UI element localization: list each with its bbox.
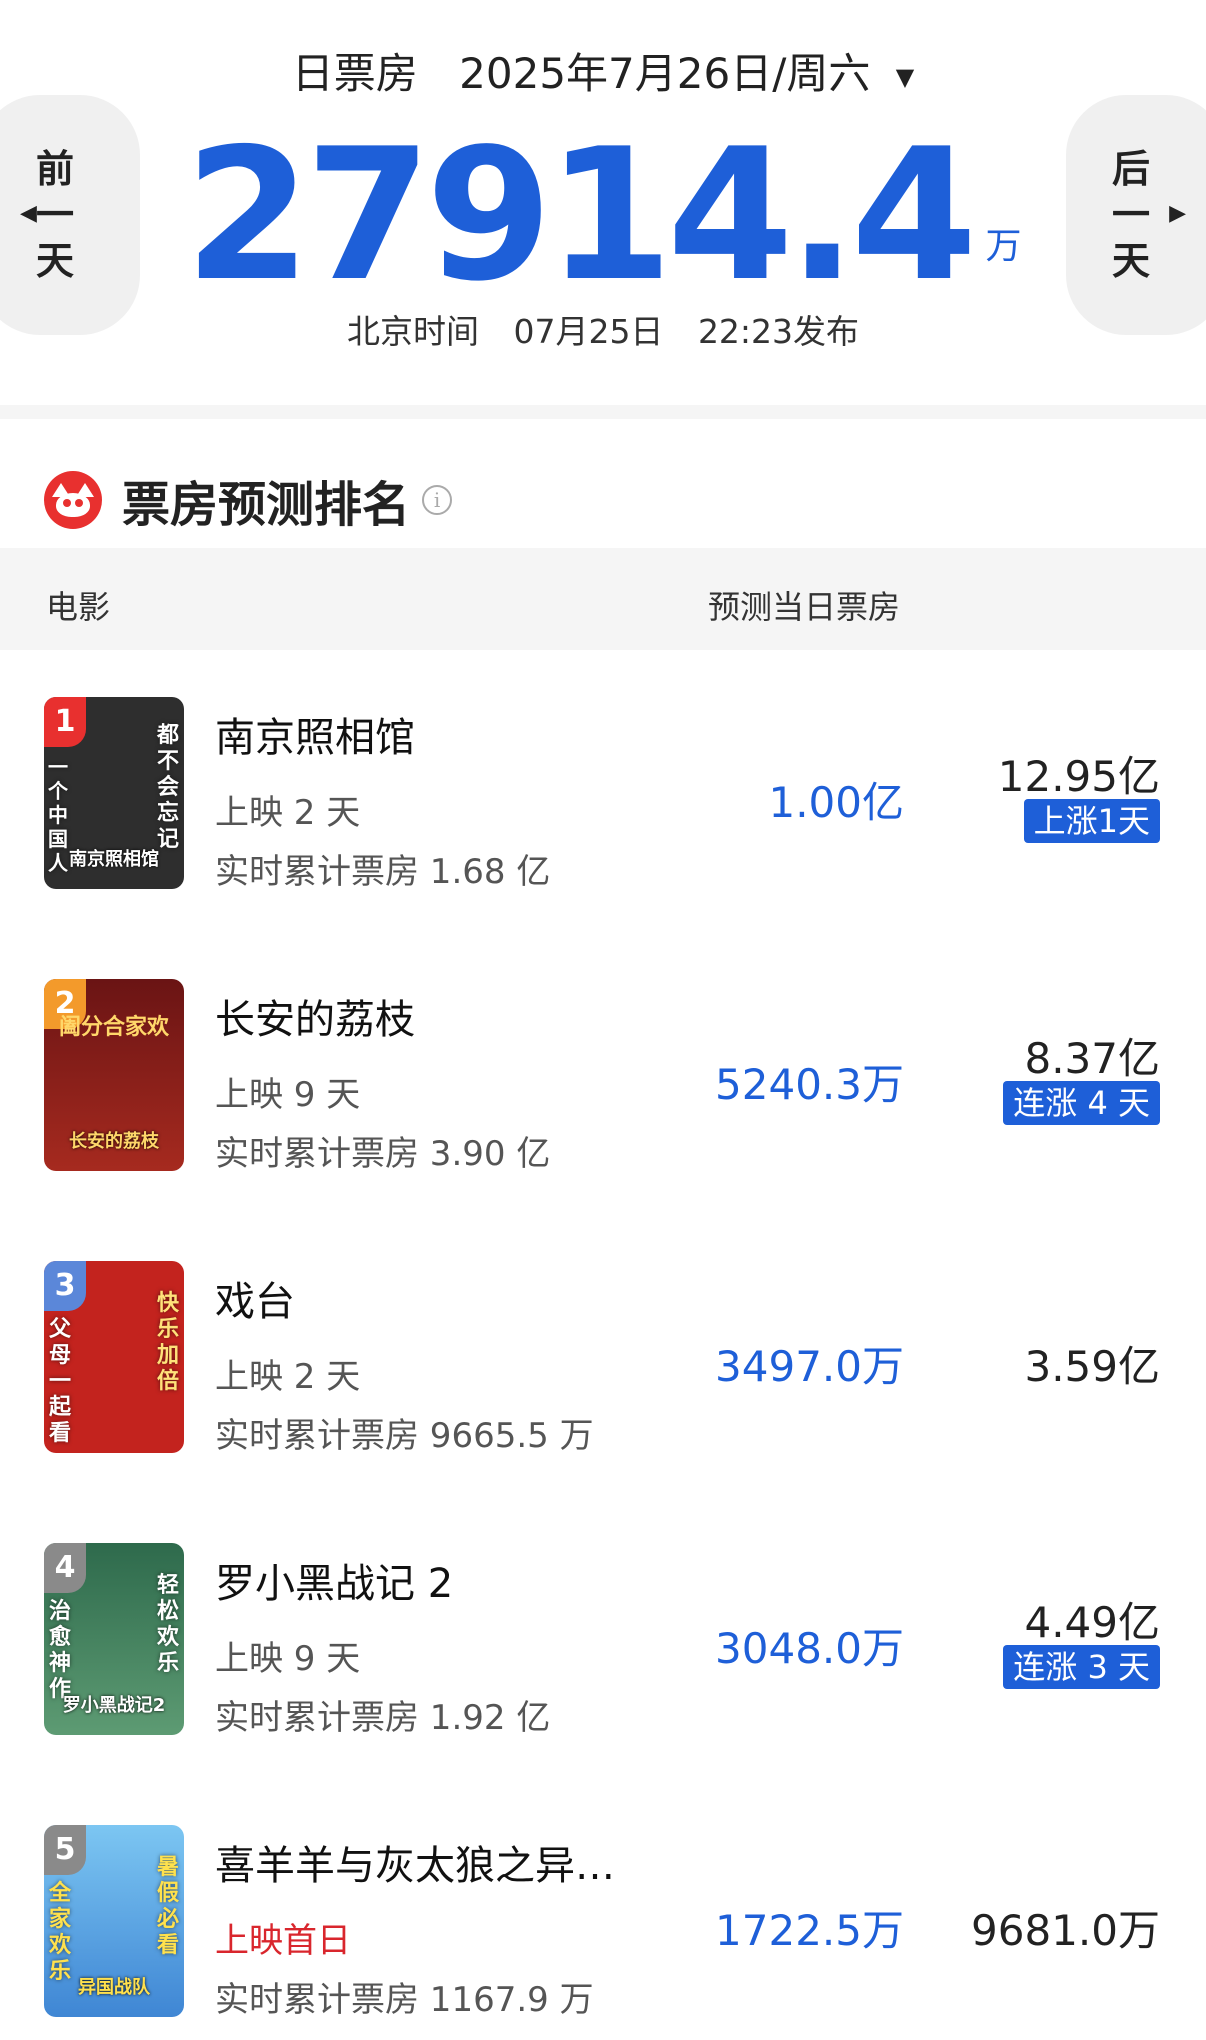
date-selector[interactable]: 日票房 2025年7月26日/周六 ▼ [0, 40, 1206, 101]
movie-title[interactable]: 南京照相馆 [215, 705, 415, 763]
total-value: 27914.4 [184, 109, 978, 321]
predicted-box-office: 1722.5万 [715, 1906, 904, 1955]
movie-row[interactable]: 2 阖分合家欢 长安的荔枝 长安的荔枝 上映 9 天 实时累计票房 3.90 亿… [0, 979, 1206, 1261]
poster-slogan-left: 全家欢乐 [48, 1881, 71, 1984]
cumulative-box-office: 实时累计票房 1.92 亿 [215, 1698, 551, 1738]
predicted-box-office: 1.00亿 [768, 778, 904, 827]
release-days: 上映 9 天 [215, 1639, 361, 1679]
cumulative-box-office: 实时累计票房 1167.9 万 [215, 1980, 594, 2020]
trend-badge: 连涨 4 天 [1003, 1081, 1160, 1125]
publish-time: 北京时间 07月25日 22:23发布 [0, 305, 1206, 353]
movie-title[interactable]: 长安的荔枝 [215, 987, 415, 1045]
movie-title[interactable]: 罗小黑战记 2 [215, 1551, 453, 1609]
poster-slogan-left: 治愈神作 [48, 1599, 71, 1702]
cumulative-box-office: 实时累计票房 9665.5 万 [215, 1416, 594, 1456]
movie-row[interactable]: 3 父母一起看 快乐加倍 戏台 上映 2 天 实时累计票房 9665.5 万 3… [0, 1261, 1206, 1543]
poster-slogan-left: 父母一起看 [48, 1317, 71, 1446]
section-title: 票房预测排名 [122, 477, 411, 533]
trend-badge: 连涨 3 天 [1003, 1645, 1160, 1689]
movie-title[interactable]: 戏台 [215, 1269, 295, 1327]
trend-badge: 上涨1天 [1023, 799, 1160, 843]
movie-poster[interactable]: 3 父母一起看 快乐加倍 [44, 1261, 184, 1453]
movie-row[interactable]: 5 全家欢乐 暑假必看 异国战队 喜羊羊与灰太狼之异… 上映首日 实时累计票房 … [0, 1825, 1206, 2040]
poster-slogan-top: 阖分合家欢 [58, 1015, 169, 1040]
daily-box-office-label: 日票房 [291, 49, 418, 98]
total-unit: 万 [985, 226, 1022, 267]
movie-row[interactable]: 4 治愈神作 轻松欢乐 罗小黑战记2 罗小黑战记 2 上映 9 天 实时累计票房… [0, 1543, 1206, 1825]
movie-poster[interactable]: 5 全家欢乐 暑假必看 异国战队 [44, 1825, 184, 2017]
daily-box-office-header: 日票房 2025年7月26日/周六 ▼ ◀ 前一天 后一天 ▶ 27914.4 万… [0, 0, 1206, 405]
total-forecast: 3.59亿 [1024, 1342, 1160, 1391]
poster-title: 罗小黑战记2 [62, 1695, 166, 1716]
rank-badge: 4 [44, 1543, 86, 1593]
movie-title[interactable]: 喜羊羊与灰太狼之异… [215, 1833, 615, 1891]
cumulative-box-office: 实时累计票房 3.90 亿 [215, 1134, 551, 1174]
section-divider [0, 405, 1206, 419]
column-movie: 电影 [46, 588, 111, 626]
predicted-box-office: 3497.0万 [715, 1342, 904, 1391]
poster-title: 南京照相馆 [69, 849, 159, 870]
predicted-box-office: 3048.0万 [715, 1624, 904, 1673]
column-predicted[interactable]: 预测当日票房 [708, 582, 900, 628]
rank-badge: 3 [44, 1261, 86, 1311]
total-forecast: 4.49亿 [1024, 1598, 1160, 1647]
caret-down-icon[interactable]: ▼ [896, 63, 914, 91]
publish-prefix: 北京时间 [346, 312, 479, 351]
cumulative-box-office: 实时累计票房 1.68 亿 [215, 852, 551, 892]
poster-title: 异国战队 [78, 1977, 150, 1998]
poster-slogan-right: 都不会忘记 [156, 723, 179, 852]
total-forecast: 9681.0万 [971, 1906, 1160, 1955]
movie-poster[interactable]: 2 阖分合家欢 长安的荔枝 [44, 979, 184, 1171]
release-days: 上映 9 天 [215, 1075, 361, 1115]
ranking-section-header: 票房预测排名 i [44, 465, 453, 535]
movie-poster[interactable]: 4 治愈神作 轻松欢乐 罗小黑战记2 [44, 1543, 184, 1735]
info-icon[interactable]: i [422, 485, 453, 515]
maoyan-cat-logo-icon [44, 471, 102, 529]
movie-poster[interactable]: 1 一个中国人 都不会忘记 南京照相馆 [44, 697, 184, 889]
poster-slogan-right: 轻松欢乐 [156, 1573, 179, 1676]
poster-title: 长安的荔枝 [69, 1131, 159, 1152]
publish-date: 07月25日 [513, 312, 664, 351]
total-forecast: 8.37亿 [1024, 1034, 1160, 1083]
rank-badge: 5 [44, 1825, 86, 1875]
release-days: 上映首日 [215, 1921, 351, 1961]
date-value[interactable]: 2025年7月26日/周六 [459, 49, 870, 98]
total-forecast: 12.95亿 [997, 752, 1160, 801]
rank-badge: 1 [44, 697, 86, 747]
release-days: 上映 2 天 [215, 793, 361, 833]
movie-row[interactable]: 1 一个中国人 都不会忘记 南京照相馆 南京照相馆 上映 2 天 实时累计票房 … [0, 697, 1206, 979]
poster-slogan-right: 快乐加倍 [156, 1291, 179, 1394]
poster-slogan-right: 暑假必看 [156, 1855, 179, 1958]
predicted-box-office: 5240.3万 [715, 1060, 904, 1109]
table-header: 电影 预测当日票房 [0, 548, 1206, 650]
publish-clock: 22:23发布 [697, 312, 860, 351]
release-days: 上映 2 天 [215, 1357, 361, 1397]
